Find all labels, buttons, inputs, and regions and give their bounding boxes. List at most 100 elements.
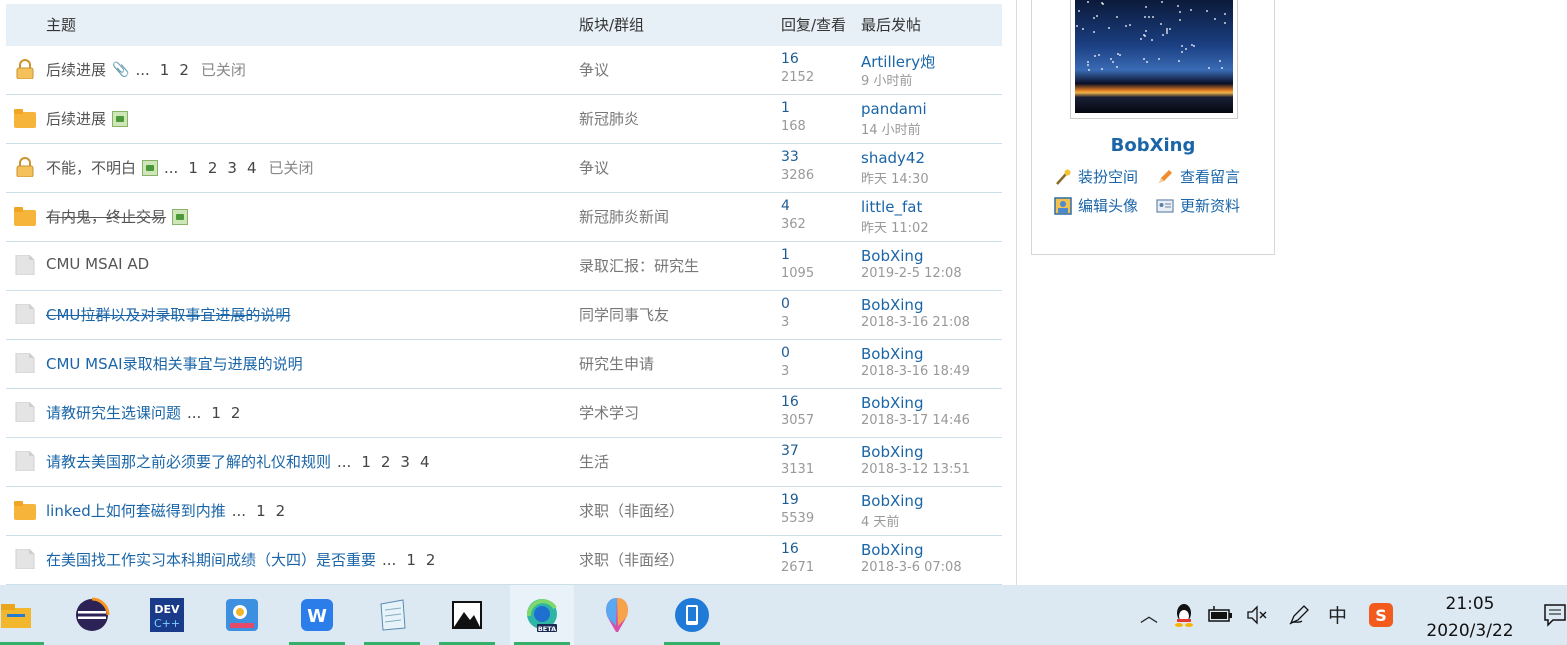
view-messages-link[interactable]: 查看留言 xyxy=(1156,166,1240,187)
sogou-input-icon[interactable]: S xyxy=(1368,602,1394,628)
page-link[interactable]: 4 xyxy=(247,159,257,177)
last-poster-link[interactable]: Artillery炮 xyxy=(861,51,935,72)
last-post-time[interactable]: 14 小时前 xyxy=(861,119,921,138)
paint3d-icon[interactable] xyxy=(585,585,649,645)
page-link[interactable]: 1 xyxy=(406,551,416,569)
page-link[interactable]: 1 xyxy=(188,159,198,177)
forum-link[interactable]: 学术学习 xyxy=(579,402,639,423)
thread-title-link[interactable]: linked上如何套磁得到内推 xyxy=(46,500,226,521)
notification-center-icon[interactable] xyxy=(1543,603,1567,629)
show-hidden-icons-chevron-icon[interactable]: ︿ xyxy=(1140,602,1158,628)
thread-title-link[interactable]: 在美国找工作实习本科期间成绩（大四）是否重要 xyxy=(46,549,376,570)
thread-title-link[interactable]: CMU MSAI AD xyxy=(46,255,149,273)
forum-link[interactable]: 争议 xyxy=(579,59,609,80)
notepad-icon[interactable] xyxy=(360,585,424,645)
last-poster-link[interactable]: BobXing xyxy=(861,492,923,510)
phone-icon[interactable] xyxy=(660,585,724,645)
profile-username[interactable]: BobXing xyxy=(1032,135,1274,156)
page-link[interactable]: 4 xyxy=(420,453,430,471)
page-link[interactable]: 2 xyxy=(208,159,218,177)
devcpp-icon[interactable]: DEV C++ xyxy=(135,585,199,645)
last-post-time[interactable]: 9 小时前 xyxy=(861,70,912,89)
last-post-time[interactable]: 2019-2-5 12:08 xyxy=(861,266,962,281)
last-poster-link[interactable]: shady42 xyxy=(861,149,925,167)
last-post-time[interactable]: 2018-3-16 18:49 xyxy=(861,364,970,379)
table-row: 在美国找工作实习本科期间成绩（大四）是否重要... 1 2 求职（非面经） 16 2671… xyxy=(6,536,1002,585)
last-post-time[interactable]: 昨天 14:30 xyxy=(861,168,929,187)
folder-new-icon xyxy=(14,206,36,226)
table-row: CMU拉群以及对录取事宜进展的说明 同学同事飞友 0 3 BobXing 2018-3-1… xyxy=(6,291,1002,340)
forum-link[interactable]: 新冠肺炎新闻 xyxy=(579,206,669,227)
wps-icon[interactable]: W xyxy=(285,585,349,645)
reply-count: 4 xyxy=(781,198,790,214)
last-post-time[interactable]: 2018-3-6 07:08 xyxy=(861,560,962,575)
volume-muted-icon[interactable] xyxy=(1246,605,1268,625)
thread-title-link[interactable]: CMU拉群以及对录取事宜进展的说明 xyxy=(46,304,290,325)
forum-link[interactable]: 研究生申请 xyxy=(579,353,654,374)
page-link[interactable]: 2 xyxy=(179,61,189,79)
thread-title-link[interactable]: 请教研究生选课问题 xyxy=(46,402,181,423)
table-row: 有内鬼，终止交易 新冠肺炎新闻 4 362 little_fat 昨天 11:02 xyxy=(6,193,1002,242)
battery-plug-icon[interactable] xyxy=(1208,606,1234,624)
eclipse-icon[interactable] xyxy=(60,585,124,645)
svg-text:S: S xyxy=(1375,606,1387,625)
reply-count: 16 xyxy=(781,394,799,410)
reply-count: 33 xyxy=(781,149,799,165)
last-poster-link[interactable]: BobXing xyxy=(861,296,923,314)
page-link[interactable]: 2 xyxy=(381,453,391,471)
last-post-time[interactable]: 4 天前 xyxy=(861,511,899,530)
photo-viewer-icon[interactable] xyxy=(210,585,274,645)
thread-title-link[interactable]: 后续进展 xyxy=(46,59,106,80)
page-link[interactable]: 2 xyxy=(426,551,436,569)
page-link[interactable]: 1 xyxy=(160,61,170,79)
last-poster-link[interactable]: BobXing xyxy=(861,443,923,461)
edit-avatar-link[interactable]: 编辑头像 xyxy=(1054,195,1138,216)
last-post-time[interactable]: 昨天 11:02 xyxy=(861,217,929,236)
last-poster-link[interactable]: BobXing xyxy=(861,345,923,363)
update-info-link[interactable]: 更新资料 xyxy=(1156,195,1240,216)
thread-title-link[interactable]: 后续进展 xyxy=(46,108,106,129)
ime-mode-indicator[interactable]: 中 xyxy=(1328,601,1347,628)
forum-link[interactable]: 求职（非面经） xyxy=(579,500,684,521)
table-row: 后续进展 新冠肺炎 1 168 pandami 14 小时前 xyxy=(6,95,1002,144)
thread-title-link[interactable]: 不能，不明白 xyxy=(46,157,136,178)
last-post-time[interactable]: 2018-3-16 21:08 xyxy=(861,315,970,330)
reply-count: 1 xyxy=(781,100,790,116)
page-link[interactable]: 1 xyxy=(256,502,266,520)
thread-title-link[interactable]: 有内鬼，终止交易 xyxy=(46,206,166,227)
file-explorer-icon[interactable] xyxy=(0,585,48,645)
view-count: 362 xyxy=(781,217,806,232)
last-poster-link[interactable]: BobXing xyxy=(861,247,923,265)
page-link[interactable]: 1 xyxy=(361,453,371,471)
forum-link[interactable]: 录取汇报：研究生 xyxy=(579,255,699,276)
view-count: 3286 xyxy=(781,168,815,183)
forum-link[interactable]: 争议 xyxy=(579,157,609,178)
last-post-time[interactable]: 2018-3-12 13:51 xyxy=(861,462,970,477)
last-poster-link[interactable]: pandami xyxy=(861,100,927,118)
avatar[interactable] xyxy=(1070,0,1238,119)
page-link[interactable]: 3 xyxy=(400,453,410,471)
forum-link[interactable]: 同学同事飞友 xyxy=(579,304,669,325)
dress-space-link[interactable]: 装扮空间 xyxy=(1054,166,1138,187)
page-link[interactable]: 2 xyxy=(231,404,241,422)
thread-title-link[interactable]: CMU MSAI录取相关事宜与进展的说明 xyxy=(46,353,303,374)
last-poster-link[interactable]: BobXing xyxy=(861,541,923,559)
forum-link[interactable]: 新冠肺炎 xyxy=(579,108,639,129)
last-post-time[interactable]: 2018-3-17 14:46 xyxy=(861,413,970,428)
thread-title-link[interactable]: 请教去美国那之前必须要了解的礼仪和规则 xyxy=(46,451,331,472)
pen-ink-icon[interactable] xyxy=(1288,604,1310,626)
taskbar-clock[interactable]: 21:05 2020/3/22 xyxy=(1410,592,1530,643)
page-link[interactable]: 3 xyxy=(227,159,237,177)
profile-card: BobXing 装扮空间 查看留言 编辑头像 更新资料 xyxy=(1031,0,1275,255)
page-link[interactable]: 1 xyxy=(211,404,221,422)
forum-link[interactable]: 求职（非面经） xyxy=(579,549,684,570)
last-poster-link[interactable]: BobXing xyxy=(861,394,923,412)
forum-link[interactable]: 生活 xyxy=(579,451,609,472)
attachment-icon: 📎 xyxy=(112,61,130,78)
edge-beta-icon[interactable]: BETA xyxy=(510,585,574,645)
thread-title-cell: 有内鬼，终止交易 xyxy=(46,206,189,227)
photos-icon[interactable] xyxy=(435,585,499,645)
page-link[interactable]: 2 xyxy=(276,502,286,520)
qq-icon[interactable] xyxy=(1173,603,1195,627)
last-poster-link[interactable]: little_fat xyxy=(861,198,922,216)
